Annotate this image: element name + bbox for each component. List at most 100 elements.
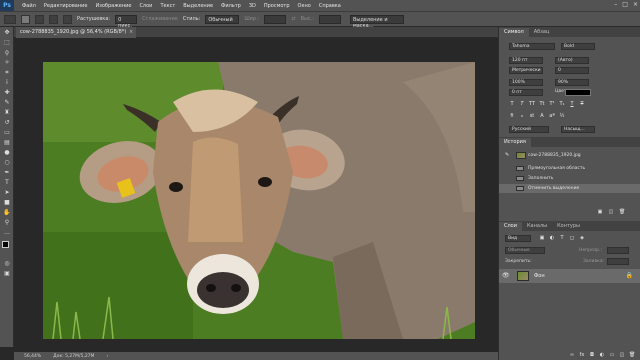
marquee-icon[interactable]: ⬚ [1,38,13,47]
foreground-color[interactable] [2,241,9,248]
new-group-icon[interactable]: ▭ [609,352,615,358]
tab-character[interactable]: Символ [499,28,529,37]
history-item[interactable]: Прямоугольная область [499,164,640,173]
strikethrough-icon[interactable]: T [579,101,585,107]
menu-type[interactable]: Текст [156,3,179,9]
eraser-icon[interactable]: ▭ [1,128,13,137]
height-input[interactable] [318,14,341,24]
hand-icon[interactable]: ✋ [1,208,13,217]
ligature-icon[interactable]: ﬁ [509,113,515,119]
menu-view[interactable]: Просмотр [260,3,294,9]
delete-layer-icon[interactable]: 🗑 [629,352,635,358]
menu-file[interactable]: Файл [18,3,40,9]
color-swatches[interactable] [0,240,13,258]
stamp-icon[interactable]: ♜ [1,108,13,117]
subscript-icon[interactable]: T₁ [559,101,565,107]
dodge-icon[interactable]: ○ [1,158,13,167]
feather-input[interactable]: 0 пикс. [115,14,138,29]
crop-icon[interactable]: ⌗ [1,68,13,77]
superscript-icon[interactable]: T¹ [549,101,555,107]
menu-3d[interactable]: 3D [245,3,260,9]
layer-kind-filter[interactable]: Вид [505,235,531,242]
lock-icon[interactable]: 🔒 [626,272,633,279]
vertical-scale-input[interactable]: 100% [509,79,543,86]
filter-smart-icon[interactable]: ◈ [579,235,585,241]
quick-mask-icon[interactable]: ◎ [1,259,13,268]
text-color-swatch[interactable] [565,89,591,96]
close-window-icon[interactable]: × [633,1,638,8]
more-tools-icon[interactable]: … [1,228,13,237]
status-arrow-icon[interactable]: › [106,354,108,359]
titling-icon[interactable]: A [539,113,545,119]
history-brush-icon[interactable]: ↺ [1,118,13,127]
swash-icon[interactable]: ℴ [519,113,525,119]
type-icon[interactable]: T [1,178,13,187]
healing-icon[interactable]: ✚ [1,88,13,97]
history-item[interactable]: Заполнить [499,174,640,183]
baseline-input[interactable]: 0 пт [509,89,543,96]
small-caps-icon[interactable]: Tt [539,101,545,107]
menu-image[interactable]: Изображение [91,3,135,9]
antialias-checkbox[interactable]: Сглаживание [142,16,178,22]
blur-icon[interactable]: ● [1,148,13,157]
filter-shape-icon[interactable]: ◻ [569,235,575,241]
ordinal-icon[interactable]: aª [549,113,555,119]
menu-select[interactable]: Выделение [179,3,217,9]
tab-paragraph[interactable]: Абзац [529,28,555,37]
antialias-select[interactable]: Насыщ... [561,126,595,133]
layer-row[interactable]: 👁 Фон 🔒 [499,269,640,283]
brush-icon[interactable]: ✎ [1,98,13,107]
zoom-icon[interactable]: ⚲ [1,218,13,227]
font-style-select[interactable]: Bold [561,43,595,50]
history-item-selected[interactable]: Отменить выделение [499,184,640,193]
width-input[interactable] [264,14,287,24]
leading-input[interactable]: (Авто) [555,57,589,64]
path-select-icon[interactable]: ➤ [1,188,13,197]
swap-icon[interactable]: ⇄ [291,16,295,22]
lasso-icon[interactable]: ϙ [1,48,13,57]
pen-icon[interactable]: ✒ [1,168,13,177]
menu-filter[interactable]: Фильтр [217,3,245,9]
maximize-icon[interactable]: □ [622,1,628,8]
add-mask-icon[interactable]: ◘ [589,352,595,358]
faux-bold-icon[interactable]: T [509,101,515,107]
menu-edit[interactable]: Редактирование [40,3,92,9]
refine-edge-button[interactable]: Выделение и маска... [349,14,404,29]
zoom-level[interactable]: 56,44% [24,354,41,359]
history-source-icon[interactable]: ✎ [505,151,509,160]
fill-input[interactable] [607,258,629,265]
link-layers-icon[interactable]: ∞ [569,352,575,358]
minimize-icon[interactable]: – [614,1,617,8]
new-snapshot-icon[interactable]: ◫ [608,209,614,215]
font-size-input[interactable]: 120 пт [509,57,543,64]
eye-icon[interactable]: 👁 [502,272,510,279]
intersect-selection-icon[interactable] [63,14,72,24]
blend-mode-select[interactable]: Обычные [505,247,545,254]
gradient-icon[interactable]: ▤ [1,138,13,147]
new-layer-icon[interactable]: ◫ [619,352,625,358]
trash-icon[interactable]: 🗑 [619,209,625,215]
kerning-select[interactable]: Метрически [509,67,543,74]
layer-style-icon[interactable]: fx [579,352,585,358]
faux-italic-icon[interactable]: T [519,101,525,107]
font-family-select[interactable]: Tahoma [509,43,555,50]
close-tab-icon[interactable]: × [129,27,133,38]
menu-help[interactable]: Справка [315,3,345,9]
subtract-selection-icon[interactable] [49,14,58,24]
tab-channels[interactable]: Каналы [522,222,552,231]
horizontal-scale-input[interactable]: 90% [555,79,589,86]
marquee-preset-icon[interactable] [4,14,16,24]
opacity-input[interactable] [607,247,629,254]
tab-paths[interactable]: Контуры [552,222,585,231]
filter-adjust-icon[interactable]: ◐ [549,235,555,241]
new-document-from-state-icon[interactable]: ▣ [597,209,603,215]
stylistic-icon[interactable]: st [529,113,535,119]
underline-icon[interactable]: T [569,101,575,107]
new-selection-icon[interactable] [21,14,30,24]
tab-history[interactable]: История [499,138,531,147]
filter-type-icon[interactable]: T [559,235,565,241]
menu-layers[interactable]: Слои [135,3,156,9]
document-tab[interactable]: cow-2788835_1920.jpg @ 56,4% (RGB/8*) × [16,27,137,38]
style-select[interactable]: Обычный [205,14,240,24]
magic-wand-icon[interactable]: ✧ [1,58,13,67]
